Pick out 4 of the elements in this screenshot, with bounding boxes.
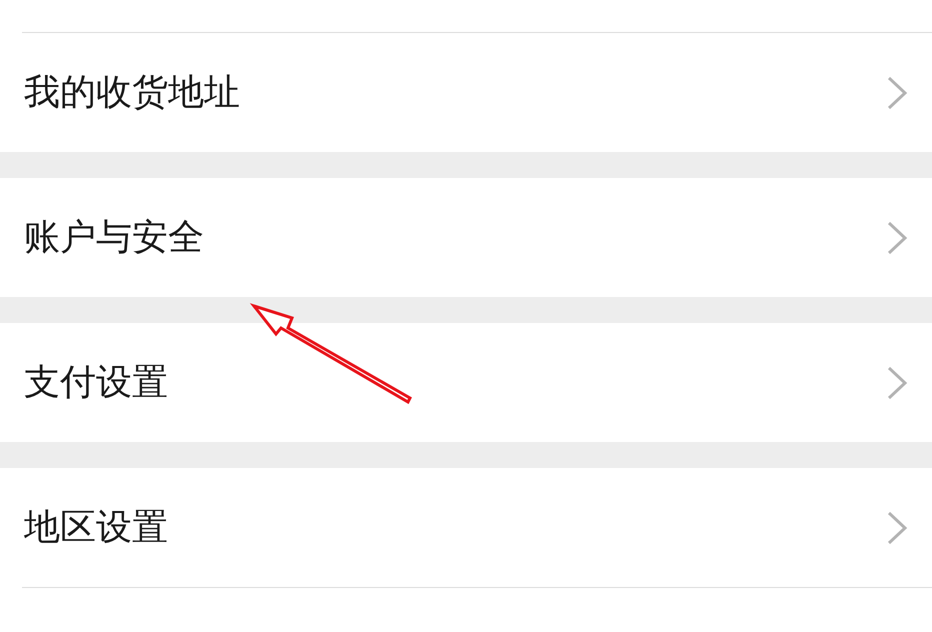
chevron-right-icon (886, 364, 908, 400)
chevron-right-icon (886, 510, 908, 546)
chevron-right-icon (886, 220, 908, 256)
chevron-right-icon (886, 74, 908, 110)
